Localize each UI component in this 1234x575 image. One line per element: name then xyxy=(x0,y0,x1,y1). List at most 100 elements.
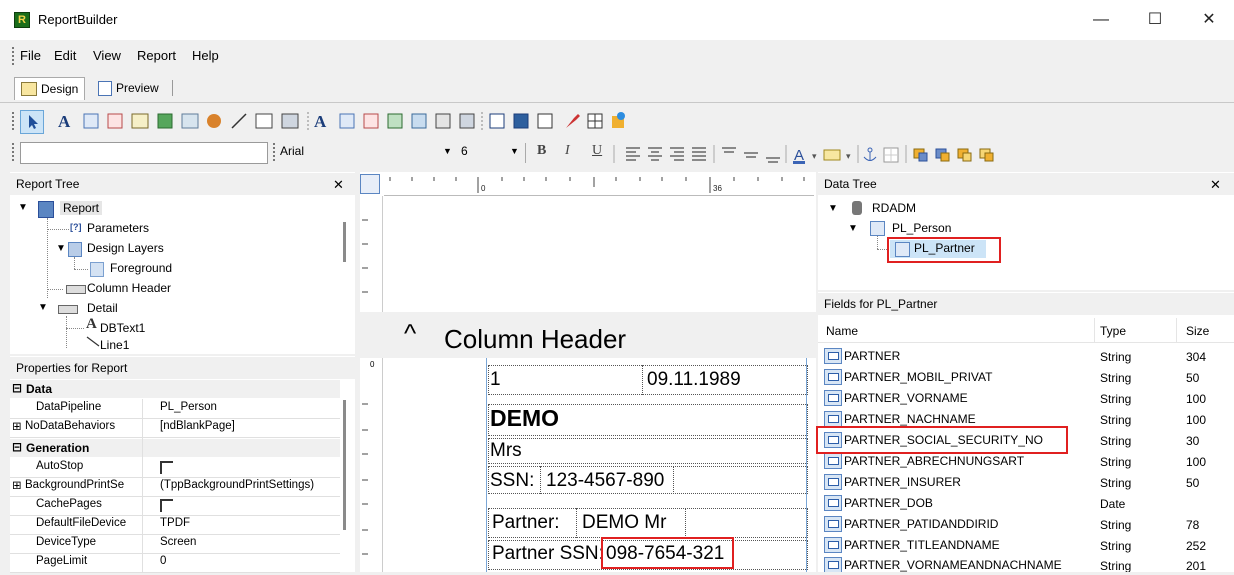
highlight-color-icon[interactable] xyxy=(823,149,841,161)
property-value[interactable]: Screen xyxy=(160,536,340,548)
property-value[interactable]: (TppBackgroundPrintSettings) xyxy=(160,479,340,491)
tree-item-parameters[interactable]: Parameters xyxy=(87,221,149,235)
property-row[interactable]: CachePages xyxy=(10,496,340,516)
property-row[interactable]: DefaultFileDevice TPDF xyxy=(10,515,340,535)
region-tool-icon[interactable] xyxy=(489,113,505,129)
tree-item-line1[interactable]: Line1 xyxy=(100,338,129,352)
italic-button[interactable]: I xyxy=(565,143,570,159)
font-name-combo[interactable]: Arial xyxy=(280,144,304,158)
bring-forward-icon[interactable] xyxy=(957,148,972,162)
chevron-down-icon[interactable]: ▼ xyxy=(38,302,48,313)
field-row[interactable]: PARTNER_VORNAMEANDNACHNAME String 201 xyxy=(824,555,1229,572)
field-row[interactable]: PARTNER_MOBIL_PRIVAT String 50 xyxy=(824,367,1229,387)
bold-button[interactable]: B xyxy=(537,143,546,159)
property-row[interactable]: AutoStop xyxy=(10,458,340,478)
chevron-down-icon[interactable]: ▼ xyxy=(828,203,838,214)
category-data[interactable]: ⊟ Data xyxy=(10,380,340,398)
dbchart-tool-icon[interactable] xyxy=(459,113,475,129)
band-caret-icon[interactable]: ^ xyxy=(404,318,416,349)
column-header-band-bar[interactable]: ^ Column Header xyxy=(360,312,816,358)
tab-preview[interactable]: Preview xyxy=(92,77,165,99)
cachepages-checkbox[interactable] xyxy=(160,499,173,512)
tab-design[interactable]: Design xyxy=(14,77,86,100)
field-name[interactable]: DEMO xyxy=(490,405,559,432)
label-tool-icon[interactable]: A xyxy=(58,112,71,131)
justify-icon[interactable] xyxy=(692,147,706,161)
field-partner-ssn-label[interactable]: Partner SSN: xyxy=(492,543,604,565)
font-color-dropdown[interactable]: ▾ xyxy=(812,151,817,161)
subreport-tool-icon[interactable] xyxy=(513,113,529,129)
underline-button[interactable]: U xyxy=(592,143,602,159)
report-tree-close-icon[interactable]: ✕ xyxy=(333,177,344,193)
send-backward-icon[interactable] xyxy=(979,148,994,162)
send-to-back-icon[interactable] xyxy=(935,148,950,162)
expand-icon[interactable]: ⊞ xyxy=(12,478,22,492)
tree-item-column-header[interactable]: Column Header xyxy=(87,281,171,295)
tree-item-dbtext1[interactable]: DBText1 xyxy=(100,321,145,335)
chevron-down-icon[interactable]: ▼ xyxy=(18,202,28,213)
minimize-button[interactable]: — xyxy=(1078,6,1124,34)
expand-icon[interactable]: ⊞ xyxy=(12,419,22,433)
tree-item-foreground[interactable]: Foreground xyxy=(110,261,172,275)
field-row[interactable]: PARTNER_TITLEANDNAME String 252 xyxy=(824,535,1229,555)
2d-barcode-tool-icon[interactable] xyxy=(281,113,299,129)
property-row[interactable]: DataPipeline PL_Person xyxy=(10,399,340,419)
field-row[interactable]: PARTNER_ABRECHNUNGSART String 100 xyxy=(824,451,1229,471)
data-tree-close-icon[interactable]: ✕ xyxy=(1210,177,1221,193)
field-ssn-label[interactable]: SSN: xyxy=(490,470,534,492)
close-window-button[interactable]: ✕ xyxy=(1186,6,1232,34)
property-row[interactable]: PageLimit 0 xyxy=(10,553,340,573)
field-row[interactable]: PARTNER String 304 xyxy=(824,346,1229,366)
menu-view[interactable]: View xyxy=(93,48,121,63)
menu-report[interactable]: Report xyxy=(137,48,176,63)
dbtext-field[interactable] xyxy=(488,438,808,464)
menubar-grip[interactable] xyxy=(12,47,14,65)
shape-tool-icon[interactable] xyxy=(207,114,221,128)
dbrichtext-tool-icon[interactable] xyxy=(363,113,379,129)
dbtext-tool-icon[interactable]: A xyxy=(314,112,327,131)
menu-edit[interactable]: Edit xyxy=(54,48,76,63)
tree-item-report[interactable]: Report xyxy=(60,201,103,215)
paint-box-tool-icon[interactable] xyxy=(566,114,580,128)
field-salutation[interactable]: Mrs xyxy=(490,440,522,462)
property-value[interactable]: PL_Person xyxy=(160,401,340,413)
select-tool-button[interactable] xyxy=(20,110,44,134)
maximize-button[interactable]: ☐ xyxy=(1132,6,1178,34)
memo-tool-icon[interactable] xyxy=(83,113,99,129)
style-combo[interactable] xyxy=(20,142,268,164)
field-line1-num[interactable]: 1 xyxy=(490,369,501,391)
field-row[interactable]: PARTNER_PATIDANDDIRID String 78 xyxy=(824,514,1229,534)
dbbarcode-tool-icon[interactable] xyxy=(435,113,451,129)
property-value[interactable]: [ndBlankPage] xyxy=(160,420,340,432)
field-partner-value[interactable]: DEMO Mr xyxy=(582,512,666,534)
font-dropdown-arrow[interactable]: ▼ xyxy=(443,146,452,156)
barcode-tool-icon[interactable] xyxy=(255,113,273,129)
property-row[interactable]: DeviceType Screen xyxy=(10,534,340,554)
line-tool-icon[interactable] xyxy=(231,113,247,129)
richtext-tool-icon[interactable] xyxy=(107,113,123,129)
field-row[interactable]: PARTNER_VORNAME String 100 xyxy=(824,388,1229,408)
data-node-pl-person[interactable]: PL_Person xyxy=(892,221,951,235)
font-size-combo[interactable]: 6 xyxy=(461,144,468,158)
property-row[interactable]: ⊞ BackgroundPrintSe (TppBackgroundPrintS… xyxy=(10,477,340,497)
field-row[interactable]: PARTNER_INSURER String 50 xyxy=(824,472,1229,492)
menu-file[interactable]: File xyxy=(20,48,41,63)
font-size-dropdown-arrow[interactable]: ▼ xyxy=(510,146,519,156)
property-row[interactable]: ⊞ NoDataBehaviors [ndBlankPage] xyxy=(10,418,340,438)
column-header-type[interactable]: Type xyxy=(1100,324,1126,338)
format-toolbar-grip[interactable] xyxy=(12,143,14,163)
menu-help[interactable]: Help xyxy=(192,48,219,63)
align-middle-icon[interactable] xyxy=(744,152,758,158)
component-toolbar-grip[interactable] xyxy=(12,112,14,132)
highlight-dropdown[interactable]: ▾ xyxy=(846,151,851,161)
align-bottom-icon[interactable] xyxy=(766,157,780,163)
collapse-icon[interactable]: ⊟ xyxy=(12,381,22,395)
collapse-icon[interactable]: ⊟ xyxy=(12,440,22,454)
field-line1-date[interactable]: 09.11.1989 xyxy=(647,369,741,391)
properties-scrollbar[interactable] xyxy=(343,400,346,530)
align-center-icon[interactable] xyxy=(648,147,662,161)
anchor-icon[interactable] xyxy=(863,147,877,161)
dbimage-tool-icon[interactable] xyxy=(411,113,427,129)
chevron-down-icon[interactable]: ▼ xyxy=(848,223,858,234)
field-row[interactable]: PARTNER_DOB Date xyxy=(824,493,1229,513)
